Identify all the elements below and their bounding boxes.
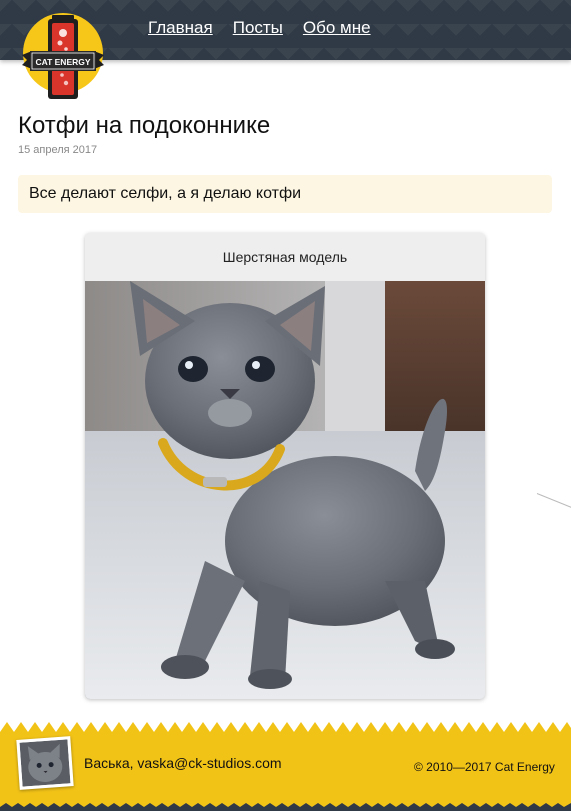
post-title: Котфи на подоконнике <box>18 112 271 139</box>
copyright: © 2010—2017 Cat Energy <box>414 760 555 774</box>
site-logo[interactable]: CAT ENERGY <box>22 11 104 106</box>
main-nav: Главная Посты Обо мне <box>148 18 371 38</box>
photo-card: Шерстяная модель <box>85 233 485 699</box>
kitten-photo <box>85 281 485 699</box>
cat-energy-logo-icon: CAT ENERGY <box>22 13 104 99</box>
nav-link-about[interactable]: Обо мне <box>303 18 371 38</box>
post-date: 15 апреля 2017 <box>18 144 98 156</box>
svg-text:CAT ENERGY: CAT ENERGY <box>35 57 90 67</box>
author-avatar <box>16 736 74 790</box>
decorative-line <box>536 493 571 509</box>
zigzag-top-decoration <box>0 722 571 732</box>
photo-caption: Шерстяная модель <box>85 233 485 281</box>
zigzag-bottom-decoration <box>0 803 571 811</box>
post-quote: Все делают селфи, а я делаю котфи <box>18 175 552 213</box>
nav-link-home[interactable]: Главная <box>148 18 213 38</box>
nav-link-posts[interactable]: Посты <box>233 18 283 38</box>
cat-avatar-icon <box>19 739 71 787</box>
author-contact: Васька, vaska@ck-studios.com <box>84 755 282 771</box>
